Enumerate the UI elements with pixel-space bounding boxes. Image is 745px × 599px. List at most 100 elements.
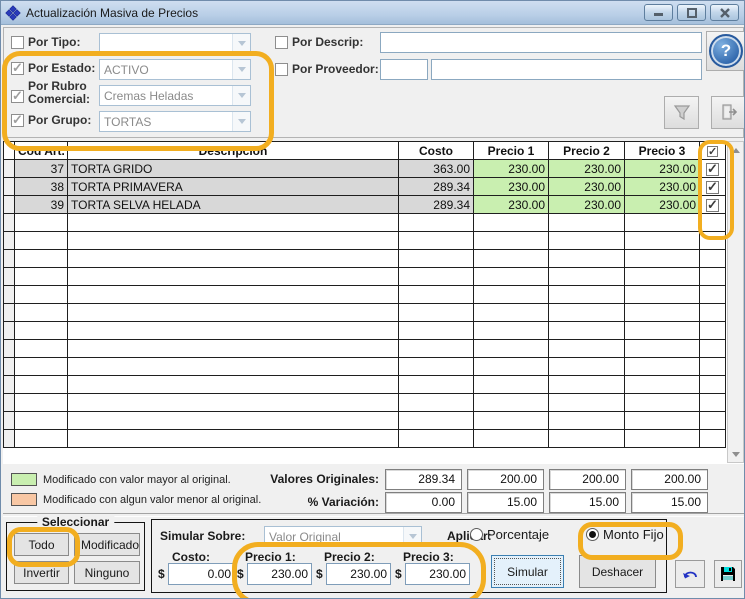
- cell-cod[interactable]: 38: [15, 178, 68, 196]
- minimize-button[interactable]: [644, 4, 673, 21]
- proveedor-name-input[interactable]: [431, 59, 702, 80]
- col-header-descripcion[interactable]: Descripción: [68, 142, 399, 160]
- variacion-precio3: 15.00: [631, 492, 708, 513]
- valor-original-precio1: 200.00: [467, 469, 544, 490]
- table-row-empty[interactable]: [4, 250, 726, 268]
- save-floppy-icon: [720, 566, 736, 582]
- row-selector-header: [4, 142, 15, 160]
- table-row-empty[interactable]: [4, 304, 726, 322]
- table-row-empty[interactable]: [4, 268, 726, 286]
- cell-costo[interactable]: 363.00: [399, 160, 474, 178]
- row-checkbox[interactable]: [706, 199, 719, 212]
- select-all-checkbox[interactable]: [707, 146, 718, 157]
- exit-button[interactable]: [711, 96, 745, 129]
- row-checkbox[interactable]: [706, 163, 719, 176]
- table-row[interactable]: 39 TORTA SELVA HELADA 289.34 230.00 230.…: [4, 196, 726, 214]
- costo-input[interactable]: [168, 563, 235, 585]
- help-button[interactable]: ?: [706, 31, 745, 71]
- cell-precio1[interactable]: 230.00: [474, 196, 549, 214]
- por-grupo-dropdown[interactable]: TORTAS: [99, 111, 251, 132]
- precio3-currency: $: [395, 567, 402, 581]
- titlebar[interactable]: Actualización Masiva de Precios: [1, 1, 744, 25]
- table-row-empty[interactable]: [4, 376, 726, 394]
- grid-vertical-scrollbar[interactable]: [727, 141, 744, 463]
- por-tipo-dropdown[interactable]: [99, 33, 251, 54]
- cell-precio2[interactable]: 230.00: [549, 196, 625, 214]
- por-descrip-label: Por Descrip:: [292, 35, 363, 49]
- cell-cod[interactable]: 37: [15, 160, 68, 178]
- col-header-precio1[interactable]: Precio 1: [474, 142, 549, 160]
- cell-precio2[interactable]: 230.00: [549, 178, 625, 196]
- variacion-label: % Variación:: [179, 495, 379, 509]
- por-rubro-checkbox[interactable]: [11, 90, 24, 103]
- por-estado-dropdown[interactable]: ACTIVO: [99, 59, 251, 80]
- cell-precio1[interactable]: 230.00: [474, 178, 549, 196]
- cell-descripcion[interactable]: TORTA GRIDO: [68, 160, 399, 178]
- table-row-empty[interactable]: [4, 358, 726, 376]
- undo-button[interactable]: [675, 560, 705, 588]
- table-row-empty[interactable]: [4, 214, 726, 232]
- row-checkbox[interactable]: [706, 181, 719, 194]
- articles-grid: Cod Art. Descripción Costo Precio 1 Prec…: [3, 141, 744, 464]
- table-row-empty[interactable]: [4, 232, 726, 250]
- por-descrip-input[interactable]: [380, 32, 702, 53]
- simular-button[interactable]: Simular: [491, 555, 564, 588]
- app-icon: [5, 5, 21, 21]
- cell-cod[interactable]: 39: [15, 196, 68, 214]
- porcentaje-radio[interactable]: [470, 528, 483, 541]
- table-row[interactable]: 37 TORTA GRIDO 363.00 230.00 230.00 230.…: [4, 160, 726, 178]
- todo-button[interactable]: Todo: [14, 533, 69, 556]
- porcentaje-radio-label[interactable]: Porcentaje: [487, 527, 549, 542]
- cell-precio2[interactable]: 230.00: [549, 160, 625, 178]
- close-button[interactable]: [710, 4, 739, 21]
- col-header-costo[interactable]: Costo: [399, 142, 474, 160]
- cell-precio1[interactable]: 230.00: [474, 160, 549, 178]
- table-row-empty[interactable]: [4, 322, 726, 340]
- table-row-empty[interactable]: [4, 394, 726, 412]
- scroll-up-icon[interactable]: [728, 142, 743, 158]
- table-row-empty[interactable]: [4, 430, 726, 448]
- table-row[interactable]: 38 TORTA PRIMAVERA 289.34 230.00 230.00 …: [4, 178, 726, 196]
- proveedor-code-input[interactable]: [380, 59, 428, 80]
- maximize-button[interactable]: [677, 4, 706, 21]
- col-header-select-all[interactable]: [700, 142, 726, 160]
- col-header-precio2[interactable]: Precio 2: [549, 142, 625, 160]
- ninguno-button[interactable]: Ninguno: [74, 561, 140, 584]
- cell-descripcion[interactable]: TORTA SELVA HELADA: [68, 196, 399, 214]
- deshacer-button[interactable]: Deshacer: [579, 555, 656, 588]
- cell-precio3[interactable]: 230.00: [625, 178, 700, 196]
- por-estado-checkbox[interactable]: [11, 62, 24, 75]
- cell-precio3[interactable]: 230.00: [625, 196, 700, 214]
- precio2-input[interactable]: [326, 563, 391, 585]
- col-header-cod-art[interactable]: Cod Art.: [15, 142, 68, 160]
- por-rubro-dropdown[interactable]: Cremas Heladas: [99, 85, 251, 106]
- chevron-down-icon: [232, 34, 250, 53]
- cell-descripcion[interactable]: TORTA PRIMAVERA: [68, 178, 399, 196]
- help-icon: ?: [709, 34, 743, 68]
- scroll-down-icon[interactable]: [728, 446, 743, 462]
- precio1-input[interactable]: [247, 563, 312, 585]
- invertir-button[interactable]: Invertir: [14, 561, 69, 584]
- filter-panel: Por Tipo: Por Estado: ACTIVO Por Rubro C…: [3, 27, 744, 138]
- por-rubro-label-line2: Comercial:: [28, 92, 90, 106]
- cell-costo[interactable]: 289.34: [399, 178, 474, 196]
- cell-costo[interactable]: 289.34: [399, 196, 474, 214]
- por-descrip-checkbox[interactable]: [275, 36, 288, 49]
- filter-button[interactable]: [664, 96, 699, 129]
- modificado-button[interactable]: Modificado: [74, 533, 140, 556]
- precio3-input[interactable]: [405, 563, 470, 585]
- monto-fijo-radio-label[interactable]: Monto Fijo: [603, 527, 664, 542]
- por-proveedor-checkbox[interactable]: [275, 63, 288, 76]
- precio3-input-label: Precio 3:: [403, 550, 454, 564]
- simular-sobre-dropdown[interactable]: Valor Original: [264, 526, 422, 547]
- table-row-empty[interactable]: [4, 340, 726, 358]
- save-button[interactable]: [714, 560, 742, 588]
- table-row-empty[interactable]: [4, 286, 726, 304]
- cell-precio3[interactable]: 230.00: [625, 160, 700, 178]
- chevron-down-icon: [232, 112, 250, 131]
- table-row-empty[interactable]: [4, 412, 726, 430]
- monto-fijo-radio[interactable]: [586, 528, 599, 541]
- col-header-precio3[interactable]: Precio 3: [625, 142, 700, 160]
- por-grupo-checkbox[interactable]: [11, 114, 24, 127]
- por-tipo-checkbox[interactable]: [11, 36, 24, 49]
